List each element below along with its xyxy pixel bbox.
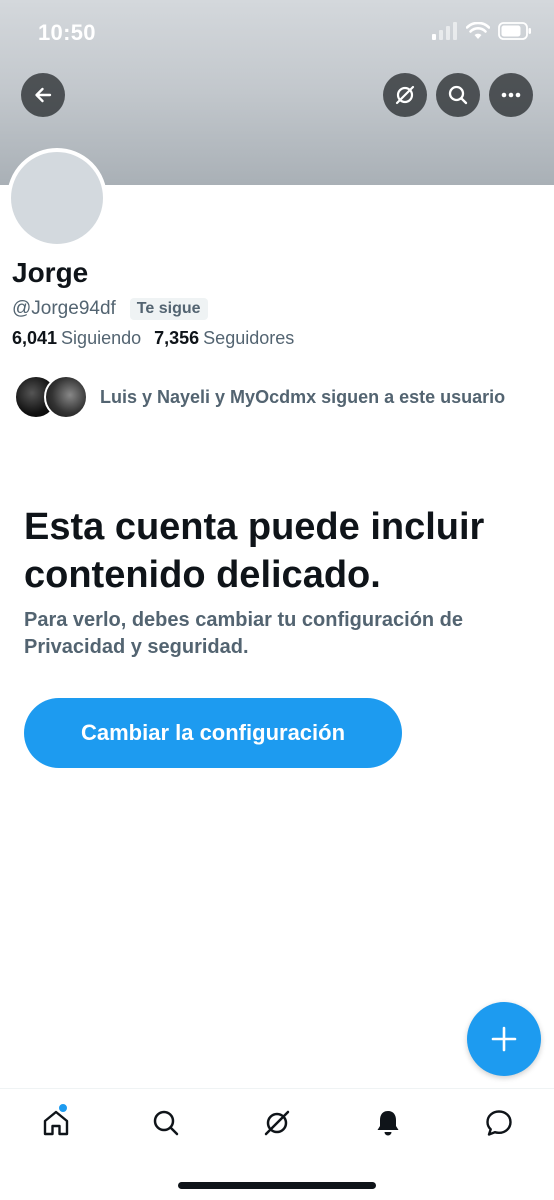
battery-icon (498, 22, 531, 40)
grok-icon (264, 1110, 290, 1136)
status-bar: 10:50 (0, 0, 554, 66)
profile-display-name: Jorge (12, 257, 89, 288)
tab-notifications[interactable] (368, 1103, 408, 1143)
messages-icon (486, 1110, 512, 1136)
following-link[interactable]: 6,041 Siguiendo (12, 328, 141, 349)
follower-avatar (44, 375, 88, 419)
more-icon (501, 92, 521, 98)
sensitive-content-description: Para verlo, debes cambiar tu configuraci… (24, 609, 464, 658)
followers-label: Seguidores (203, 328, 295, 348)
profile-avatar[interactable] (7, 148, 107, 248)
arrow-left-icon (35, 87, 52, 103)
wifi-icon (466, 22, 490, 39)
profile-handle: @Jorge94df (12, 298, 116, 319)
follows-you-badge: Te sigue (129, 298, 208, 320)
tab-grok[interactable] (257, 1103, 297, 1143)
status-time: 10:50 (38, 20, 96, 45)
bell-icon (377, 1111, 399, 1136)
back-button[interactable] (21, 73, 65, 117)
search-icon (153, 1110, 179, 1136)
plus-icon (491, 1026, 517, 1052)
search-icon (448, 85, 468, 105)
status-icons (432, 22, 532, 40)
handle-row: @Jorge94df Te sigue (12, 298, 208, 320)
more-options-button[interactable] (489, 73, 533, 117)
bottom-tab-bar (0, 1088, 554, 1158)
home-icon (43, 1110, 69, 1136)
tab-search[interactable] (146, 1103, 186, 1143)
followers-you-know[interactable]: Luis y Nayeli y MyOcdmx siguen a este us… (14, 375, 505, 419)
compose-button[interactable] (467, 1002, 541, 1076)
tab-messages[interactable] (479, 1103, 519, 1143)
grok-icon (395, 85, 415, 105)
cellular-signal-icon (432, 22, 457, 40)
home-notification-dot (58, 1103, 68, 1113)
home-indicator (178, 1182, 376, 1189)
follow-stats: 6,041 Siguiendo 7,356 Seguidores (12, 328, 294, 349)
followers-count: 7,356 (154, 328, 200, 348)
following-label: Siguiendo (61, 328, 142, 348)
following-count: 6,041 (12, 328, 58, 348)
change-settings-button[interactable]: Cambiar la configuración (24, 698, 402, 768)
tab-home[interactable] (36, 1103, 76, 1143)
followers-link[interactable]: 7,356 Seguidores (154, 328, 294, 349)
search-button[interactable] (436, 73, 480, 117)
followers-you-know-text: Luis y Nayeli y MyOcdmx siguen a este us… (100, 386, 506, 407)
grok-button[interactable] (383, 73, 427, 117)
sensitive-content-title: Esta cuenta puede incluir contenido deli… (24, 506, 485, 596)
